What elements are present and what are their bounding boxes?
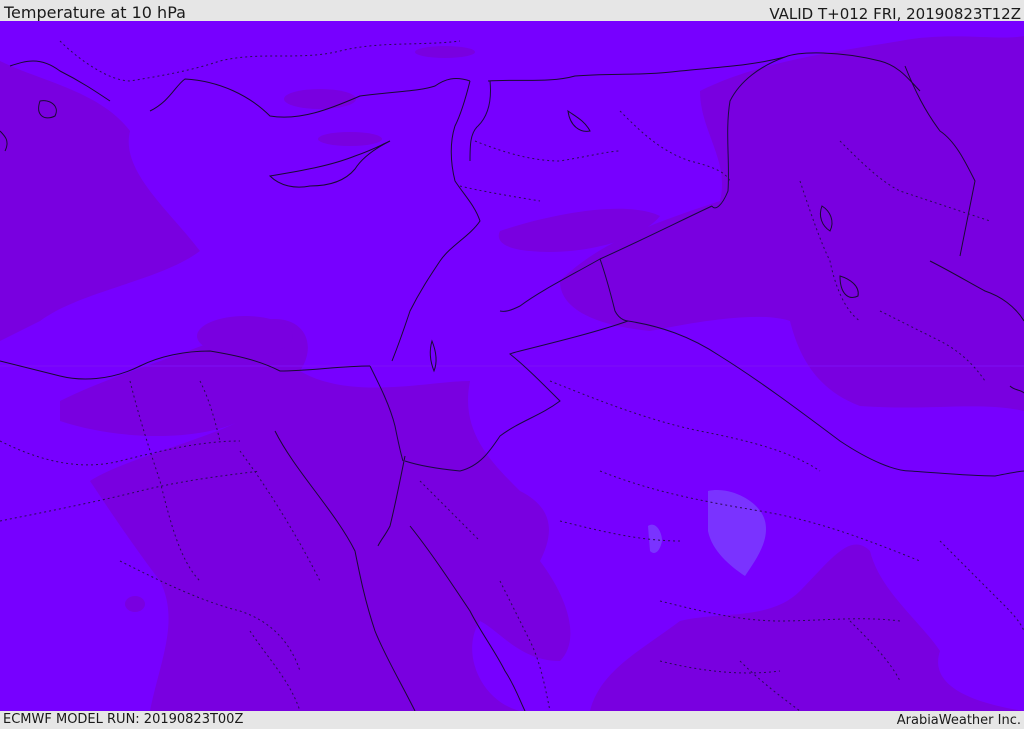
map-canvas <box>0 21 1024 711</box>
contour-blob <box>284 89 356 109</box>
model-run: ECMWF MODEL RUN: 20190823T00Z <box>3 712 244 727</box>
contour-blob <box>318 132 382 146</box>
weather-map[interactable] <box>0 21 1024 711</box>
footer-bar: ECMWF MODEL RUN: 20190823T00Z ArabiaWeat… <box>0 711 1024 729</box>
header-bar: Temperature at 10 hPa VALID T+012 FRI, 2… <box>0 0 1024 23</box>
credit-text: ArabiaWeather Inc. <box>896 713 1021 728</box>
map-title: Temperature at 10 hPa <box>4 3 186 22</box>
contour-blob <box>125 596 145 612</box>
contour-blob <box>197 316 293 356</box>
contour-blob <box>415 46 475 58</box>
